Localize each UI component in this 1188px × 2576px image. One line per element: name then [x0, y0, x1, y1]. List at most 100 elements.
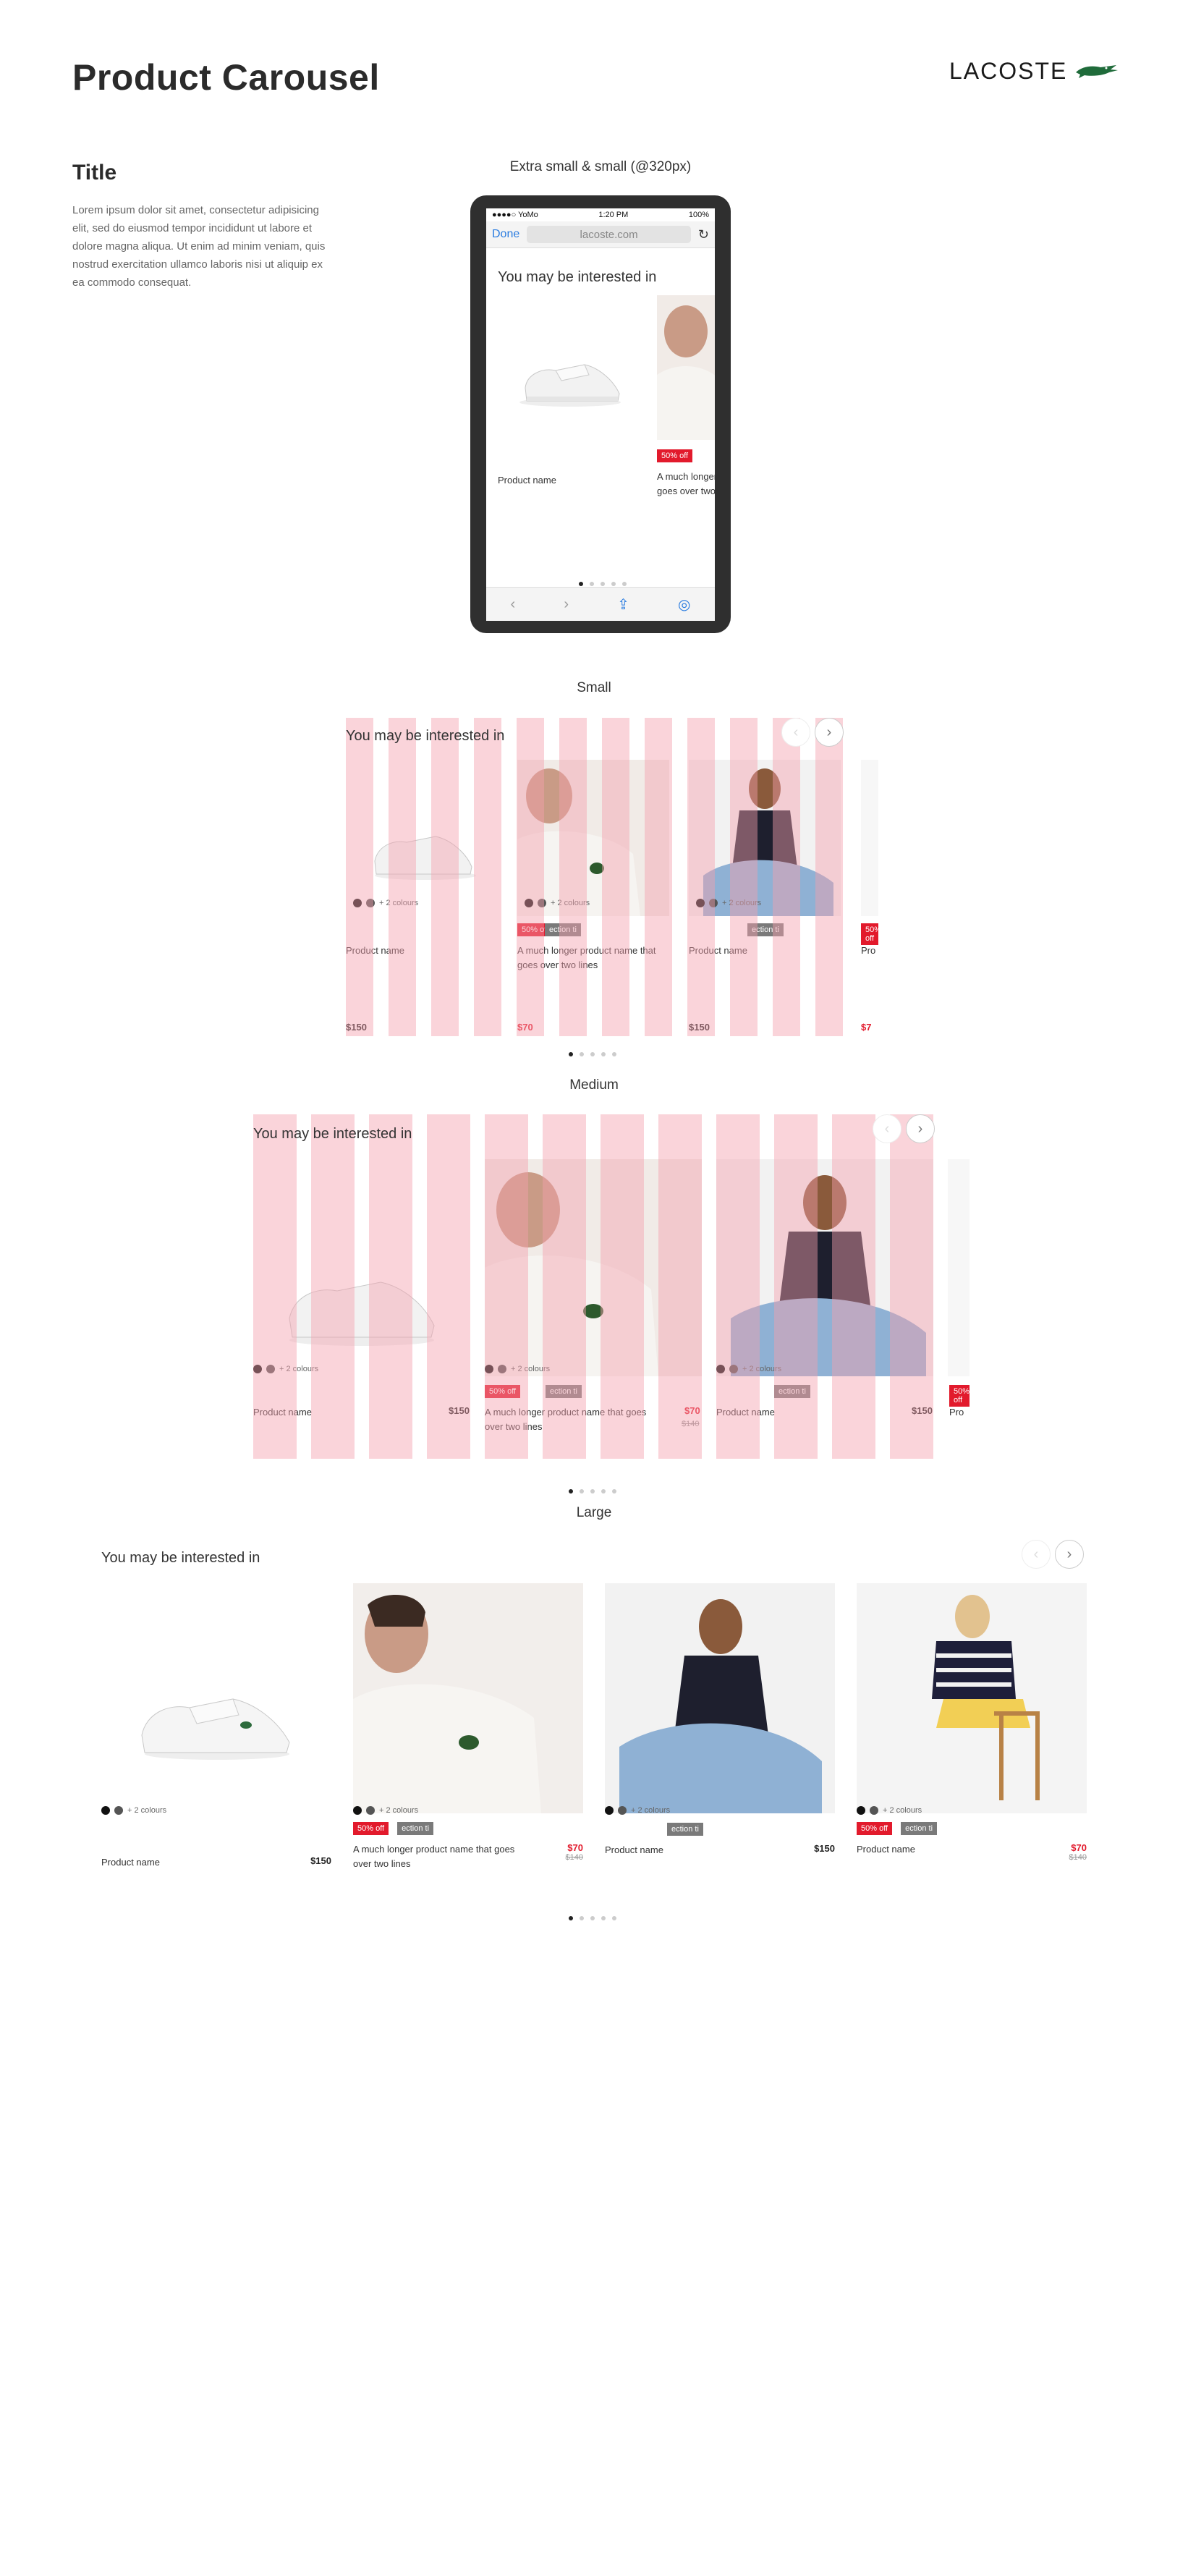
product-card[interactable]: + 2 colours ection ti Product name $150	[605, 1583, 835, 1857]
done-button[interactable]: Done	[492, 228, 519, 241]
product-price: $70	[517, 1022, 533, 1033]
product-price: $150	[912, 1405, 933, 1416]
collection-badge: ection ti	[667, 1823, 703, 1836]
product-image	[498, 295, 642, 440]
carousel-medium: + 2 colours + 2 colours + 2 colours 50% …	[253, 1114, 970, 1459]
next-arrow-button[interactable]: ›	[1055, 1540, 1084, 1569]
pagination-dots[interactable]	[579, 582, 627, 586]
product-price: $150	[814, 1843, 835, 1854]
collection-badge: ection ti	[747, 923, 784, 936]
product-price: $70	[567, 1842, 583, 1853]
reload-icon[interactable]: ↻	[698, 227, 709, 242]
next-arrow-button[interactable]: ›	[906, 1114, 935, 1143]
product-card[interactable]: + 2 colours 50% off ection ti A much lon…	[353, 1583, 583, 1871]
pagination-dots[interactable]	[569, 1052, 616, 1056]
discount-badge: 50% off	[485, 1385, 521, 1398]
forward-icon[interactable]: ›	[564, 596, 569, 613]
product-price: $70	[1071, 1842, 1087, 1853]
product-name[interactable]: A much longer product name that goes ove…	[657, 470, 715, 499]
product-card[interactable]: + 2 50% off A much longer product name t…	[657, 295, 715, 499]
brand-logo: LACOSTE	[949, 58, 1119, 85]
phone-mockup: ●●●●○ YoMo 1:20 PM 100% Done lacoste.com…	[470, 195, 731, 633]
old-price: $140	[1069, 1853, 1087, 1862]
product-price: $70	[684, 1405, 700, 1416]
discount-badge: 50% off	[657, 449, 693, 462]
section-description: Lorem ipsum dolor sit amet, consectetur …	[72, 204, 326, 289]
carousel-title-medium: You may be interested in	[253, 1126, 412, 1142]
url-field[interactable]: lacoste.com	[527, 226, 691, 243]
product-price: $150	[346, 1022, 367, 1033]
page-title: Product Carousel	[72, 57, 380, 98]
product-image	[346, 760, 498, 916]
carousel-title-xs: You may be interested in	[498, 269, 657, 285]
prev-arrow-button[interactable]: ‹	[1022, 1540, 1051, 1569]
back-icon[interactable]: ‹	[511, 596, 516, 613]
product-name[interactable]: Product name	[857, 1842, 915, 1862]
product-name[interactable]: A much longer product name that goes ove…	[353, 1842, 527, 1871]
carousel-title-small: You may be interested in	[346, 728, 505, 744]
product-card[interactable]: + 2 colours Product name $150	[101, 1583, 331, 1870]
battery: 100%	[688, 211, 709, 219]
product-image	[253, 1159, 470, 1376]
pagination-dots[interactable]	[569, 1916, 616, 1920]
product-image	[657, 295, 715, 440]
crocodile-icon	[1076, 64, 1119, 78]
section-title: Title	[72, 161, 117, 185]
model-image	[657, 295, 715, 440]
product-image	[485, 1159, 702, 1376]
breakpoint-label-large: Large	[576, 1505, 612, 1520]
colour-swatches[interactable]: + 2 colours	[253, 1365, 318, 1373]
discount-badge: 50% off	[857, 1822, 893, 1835]
product-name[interactable]: Product name	[498, 473, 642, 488]
carousel-small: + 2 colours + 2 colours + 2 colours 50% …	[346, 718, 878, 1036]
sneaker-image	[519, 364, 621, 407]
pagination-dots[interactable]	[569, 1489, 616, 1494]
product-price: $150	[689, 1022, 710, 1033]
clock: 1:20 PM	[598, 211, 629, 219]
product-image	[716, 1159, 933, 1376]
product-card[interactable]: + 2 colours 50% off ection ti Product na…	[857, 1583, 1087, 1862]
product-name[interactable]: Product name	[689, 944, 747, 958]
collection-badge: ection ti	[901, 1822, 938, 1835]
product-price: $150	[449, 1405, 470, 1416]
breakpoint-label-medium: Medium	[569, 1077, 619, 1093]
collection-badge: ection ti	[545, 923, 581, 936]
old-price: $140	[565, 1853, 583, 1862]
product-name[interactable]: Product name	[605, 1843, 663, 1857]
old-price: $140	[682, 1420, 700, 1428]
product-image	[857, 1583, 1087, 1813]
compass-icon[interactable]: ◎	[678, 596, 690, 614]
product-name[interactable]: Product name	[253, 1405, 312, 1420]
product-image	[689, 760, 841, 916]
product-name[interactable]: A much longer product name that goes ove…	[485, 1405, 651, 1434]
product-image	[101, 1583, 331, 1813]
share-icon[interactable]: ⇪	[617, 596, 629, 614]
product-image	[353, 1583, 583, 1813]
phone-screen: ●●●●○ YoMo 1:20 PM 100% Done lacoste.com…	[486, 208, 715, 621]
carrier: ●●●●○ YoMo	[492, 211, 538, 219]
collection-badge: ection ti	[546, 1385, 582, 1398]
brand-wordmark: LACOSTE	[949, 58, 1068, 84]
address-bar: Done lacoste.com ↻	[486, 221, 715, 248]
carousel-title-large: You may be interested in	[101, 1550, 260, 1566]
product-name[interactable]: Product name	[716, 1405, 775, 1420]
product-name[interactable]: Product name	[346, 944, 404, 958]
product-image	[517, 760, 669, 916]
prev-arrow-button[interactable]: ‹	[873, 1114, 901, 1143]
product-name[interactable]: Product name	[101, 1855, 160, 1870]
product-image	[605, 1583, 835, 1813]
carousel-large: You may be interested in ‹ › + 2 colours…	[101, 1540, 1087, 1887]
collection-badge: ection ti	[774, 1385, 810, 1398]
discount-badge: 50% off	[353, 1822, 389, 1835]
browser-toolbar: ‹ › ⇪ ◎	[486, 587, 715, 621]
next-arrow-button[interactable]: ›	[815, 718, 844, 747]
breakpoint-label-xs: Extra small & small (@320px)	[509, 159, 692, 174]
colour-swatches[interactable]: + 2 colours	[353, 899, 418, 907]
product-card[interactable]: + 2 colours Product name	[498, 295, 642, 488]
status-bar: ●●●●○ YoMo 1:20 PM 100%	[486, 208, 715, 221]
product-price: $150	[310, 1855, 331, 1866]
product-name[interactable]: A much longer product name that goes ove…	[517, 944, 673, 973]
collection-badge: ection ti	[397, 1822, 434, 1835]
prev-arrow-button[interactable]: ‹	[781, 718, 810, 747]
breakpoint-label-small: Small	[577, 680, 611, 695]
